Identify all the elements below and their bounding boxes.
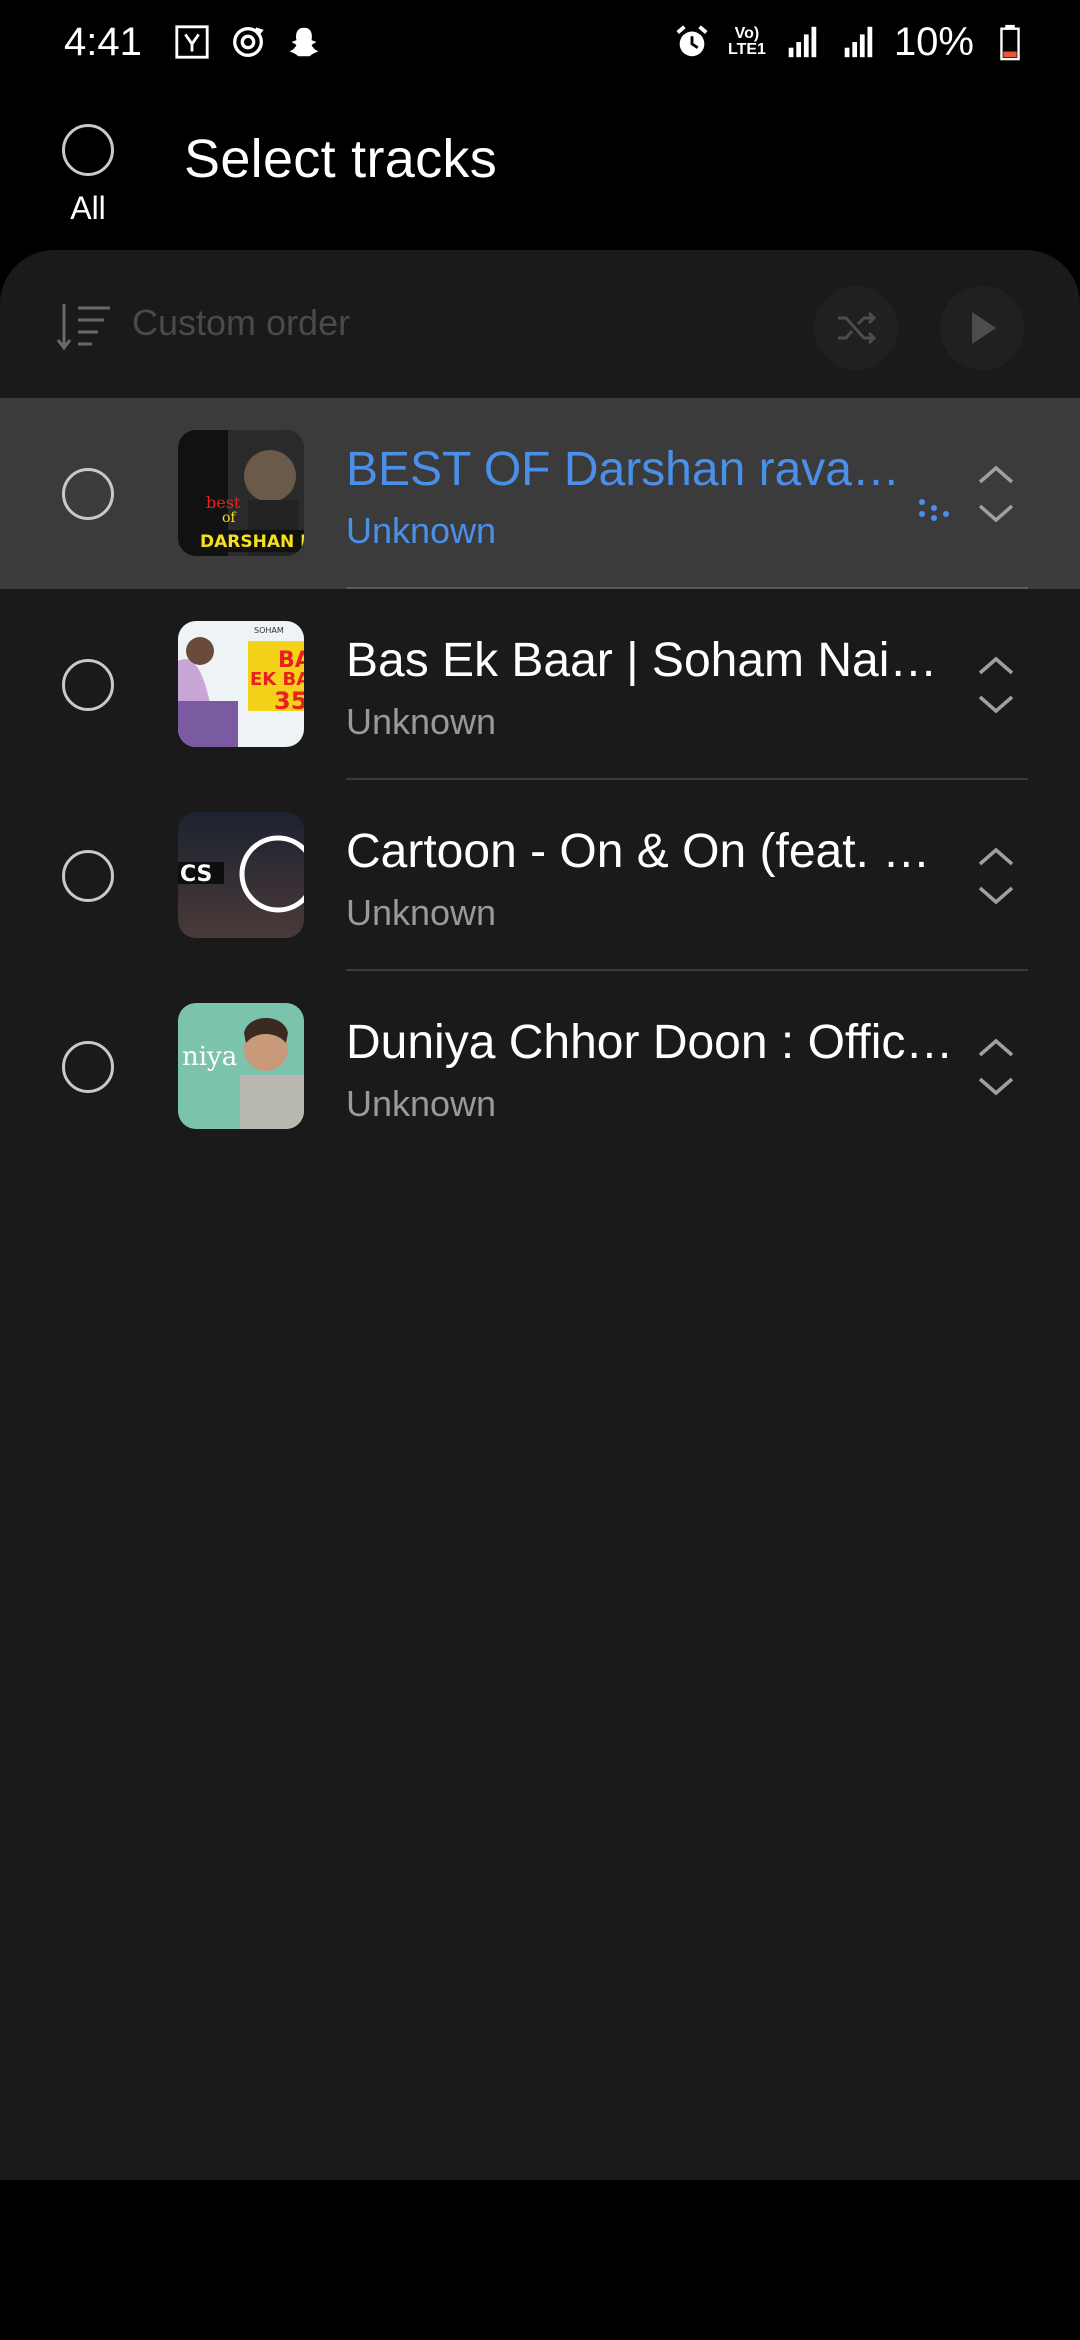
reorder-icon[interactable] bbox=[972, 1031, 1020, 1103]
album-art: niya bbox=[178, 1003, 304, 1129]
status-time: 4:41 bbox=[64, 19, 142, 64]
signal-1-icon bbox=[782, 22, 822, 62]
track-row[interactable]: CS Cartoon - On & On (feat. D... Unknown bbox=[0, 780, 1080, 971]
track-title: Cartoon - On & On (feat. D... bbox=[346, 825, 956, 878]
status-right: Vo) LTE1 10% bbox=[672, 20, 1030, 65]
sort-icon[interactable] bbox=[54, 298, 114, 354]
volte-bottom: LTE1 bbox=[728, 41, 766, 58]
snapchat-icon bbox=[284, 22, 324, 62]
sort-order-label[interactable]: Custom order bbox=[132, 302, 350, 344]
track-select-checkbox[interactable] bbox=[62, 850, 114, 902]
thumb-name-text: DARSHAN R bbox=[200, 532, 304, 552]
sort-toolbar: Custom order bbox=[0, 250, 1080, 398]
track-row[interactable]: niya Duniya Chhor Doon : Offici... Unkno… bbox=[0, 971, 1080, 1162]
track-select-checkbox[interactable] bbox=[62, 468, 114, 520]
track-artist: Unknown bbox=[346, 701, 497, 742]
track-select-checkbox[interactable] bbox=[62, 1041, 114, 1093]
track-panel: Custom order best of DARSHAN R BEST OF D… bbox=[0, 250, 1080, 2180]
track-title: BEST OF Darshan raval.... bbox=[346, 443, 906, 496]
alarm-icon bbox=[672, 22, 712, 62]
shuffle-icon bbox=[838, 311, 877, 345]
reorder-icon[interactable] bbox=[972, 649, 1020, 721]
album-art: CS bbox=[178, 812, 304, 938]
thumb-num-text: 35 bbox=[274, 687, 304, 715]
app-notification-icon bbox=[172, 22, 212, 62]
select-all-toggle[interactable]: All bbox=[58, 124, 118, 227]
shuffle-button[interactable] bbox=[814, 286, 898, 370]
album-art: best of DARSHAN R bbox=[178, 430, 304, 556]
thumb-cs-text: CS bbox=[180, 862, 212, 887]
select-all-label: All bbox=[70, 190, 106, 226]
play-icon bbox=[972, 312, 996, 344]
header: All Select tracks bbox=[0, 84, 1080, 252]
track-artist: Unknown bbox=[346, 892, 497, 933]
status-left: 4:41 bbox=[64, 20, 324, 65]
track-list: best of DARSHAN R BEST OF Darshan raval.… bbox=[0, 398, 1080, 1162]
track-select-checkbox[interactable] bbox=[62, 659, 114, 711]
thumb-niya-text: niya bbox=[182, 1042, 237, 1072]
battery-percent: 10% bbox=[893, 19, 974, 64]
track-artist: Unknown bbox=[346, 510, 497, 551]
track-title: Bas Ek Baar | Soham Naik,... bbox=[346, 634, 956, 687]
reorder-icon[interactable] bbox=[972, 458, 1020, 530]
status-bar: 4:41 Vo) LTE1 10% bbox=[0, 0, 1080, 84]
sync-icon bbox=[228, 22, 268, 62]
drag-dots-icon[interactable] bbox=[916, 494, 952, 524]
reorder-icon[interactable] bbox=[972, 840, 1020, 912]
battery-icon bbox=[990, 22, 1030, 62]
track-row[interactable]: best of DARSHAN R BEST OF Darshan raval.… bbox=[0, 398, 1080, 589]
thumb-brand-text: SOHAM bbox=[254, 626, 284, 635]
track-title: Duniya Chhor Doon : Offici... bbox=[346, 1016, 956, 1069]
navigation-bar bbox=[0, 2180, 1080, 2340]
thumb-of-text: of bbox=[222, 510, 237, 526]
track-artist: Unknown bbox=[346, 1083, 497, 1124]
select-all-checkbox[interactable] bbox=[62, 124, 114, 176]
album-art: BA EK BA 35 SOHAM bbox=[178, 621, 304, 747]
track-row[interactable]: BA EK BA 35 SOHAM Bas Ek Baar | Soham Na… bbox=[0, 589, 1080, 780]
play-button[interactable] bbox=[940, 286, 1024, 370]
volte-indicator: Vo) LTE1 bbox=[728, 26, 766, 58]
volte-top: Vo) bbox=[734, 25, 760, 42]
signal-2-icon bbox=[838, 22, 878, 62]
page-title: Select tracks bbox=[184, 129, 498, 189]
screen: 4:41 Vo) LTE1 10% All Select tracks Cust… bbox=[0, 0, 1080, 2340]
